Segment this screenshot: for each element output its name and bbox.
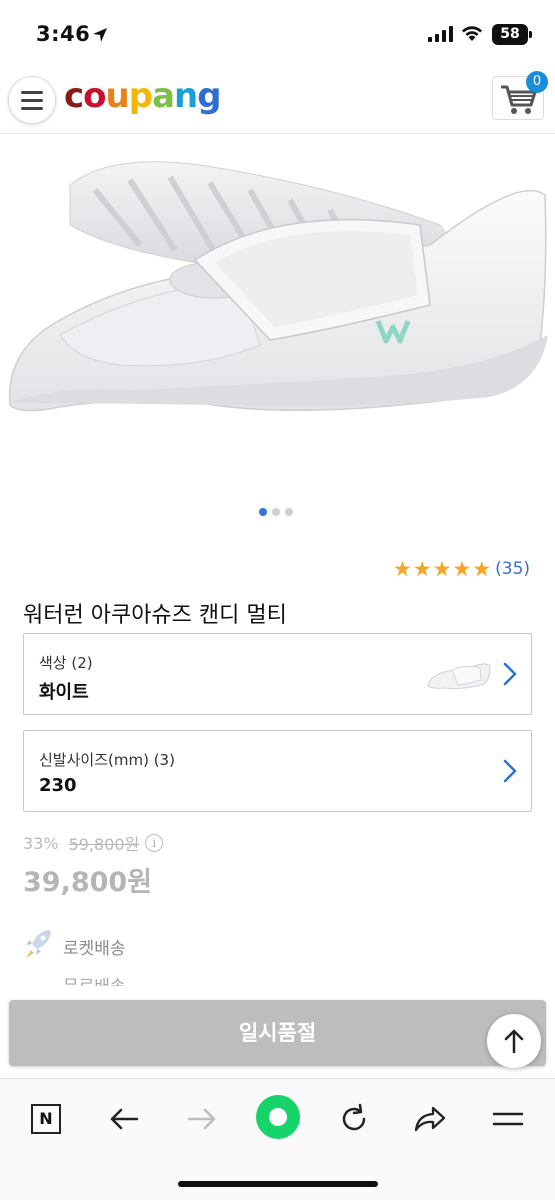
star-icon: ★ <box>412 557 432 581</box>
arrow-up-icon <box>504 1029 524 1054</box>
product-image[interactable] <box>0 135 555 500</box>
sale-price: 39,800원 <box>23 867 153 898</box>
location-arrow-icon <box>93 28 107 42</box>
cellular-signal-icon <box>428 26 453 42</box>
carousel-dot[interactable] <box>259 508 267 516</box>
menu-icon <box>492 1112 524 1126</box>
status-bar: 3:46 58 <box>0 0 555 70</box>
star-icon: ★ <box>393 557 412 581</box>
arrow-left-icon <box>110 1108 139 1130</box>
share-button[interactable] <box>412 1101 448 1137</box>
refresh-icon <box>342 1103 366 1131</box>
battery-indicator: 58 <box>492 24 528 45</box>
logo-letter: n <box>174 76 198 116</box>
logo-letter: c <box>64 76 84 116</box>
hamburger-menu-button[interactable] <box>8 76 56 124</box>
logo-letter: u <box>105 76 130 116</box>
star-icon: ★ <box>452 557 472 581</box>
color-thumbnail <box>427 663 491 689</box>
back-button[interactable] <box>106 1101 142 1137</box>
logo-letter: g <box>197 76 221 116</box>
price-row: 33% 59,800원 i <box>23 831 164 855</box>
logo-letter: o <box>83 76 106 116</box>
sold-out-button[interactable]: 일시품절 <box>9 1000 546 1066</box>
star-icon: ★ <box>472 557 492 581</box>
discount-rate: 33% <box>23 833 59 853</box>
rating[interactable]: ★ ★ ★ ★ ★ (35) <box>393 558 530 580</box>
logo-letter: p <box>128 76 153 116</box>
size-option-selector[interactable]: 신발사이즈(mm) (3) 230 <box>23 730 532 812</box>
arrow-right-icon <box>187 1108 216 1130</box>
star-icon: ★ <box>432 557 452 581</box>
status-time: 3:46 <box>36 22 91 46</box>
naver-green-button[interactable] <box>256 1095 300 1139</box>
rating-stars: ★ ★ ★ ★ ★ <box>393 558 491 580</box>
naver-n-icon: N <box>31 1104 61 1134</box>
option-value-color: 화이트 <box>39 682 89 703</box>
battery-tip <box>529 31 532 38</box>
option-label-size: 신발사이즈(mm) (3) <box>39 751 175 769</box>
product-title: 워터런 아쿠아슈즈 캔디 멀티 <box>23 603 287 628</box>
cart-count-badge: 0 <box>526 71 548 93</box>
app-header: coupang <box>0 70 555 134</box>
forward-button[interactable] <box>184 1101 220 1137</box>
option-label-color: 색상 (2) <box>39 654 93 672</box>
logo-letter: a <box>152 76 175 116</box>
carousel-dot[interactable] <box>272 508 280 516</box>
home-indicator <box>178 1181 378 1187</box>
chevron-right-icon <box>503 759 517 783</box>
rocket-icon <box>26 930 51 958</box>
chevron-right-icon <box>503 662 517 686</box>
review-count-link[interactable]: (35) <box>495 559 530 579</box>
free-shipping-label: 무료배송 <box>63 972 126 986</box>
image-carousel-dots[interactable] <box>259 508 293 516</box>
wifi-icon <box>462 26 482 41</box>
info-icon[interactable]: i <box>145 834 164 852</box>
browser-menu-button[interactable] <box>490 1101 526 1137</box>
original-price: 59,800원 <box>68 835 140 854</box>
scroll-to-top-button[interactable] <box>487 1014 541 1068</box>
refresh-button[interactable] <box>336 1101 372 1137</box>
color-option-selector[interactable]: 색상 (2) 화이트 <box>23 633 532 715</box>
coupang-logo[interactable]: coupang <box>64 76 222 116</box>
share-icon <box>414 1106 446 1132</box>
naver-home-button[interactable]: N <box>28 1101 64 1137</box>
carousel-dot[interactable] <box>285 508 293 516</box>
option-value-size: 230 <box>39 775 77 796</box>
rocket-delivery-label: 로켓배송 <box>63 939 126 959</box>
